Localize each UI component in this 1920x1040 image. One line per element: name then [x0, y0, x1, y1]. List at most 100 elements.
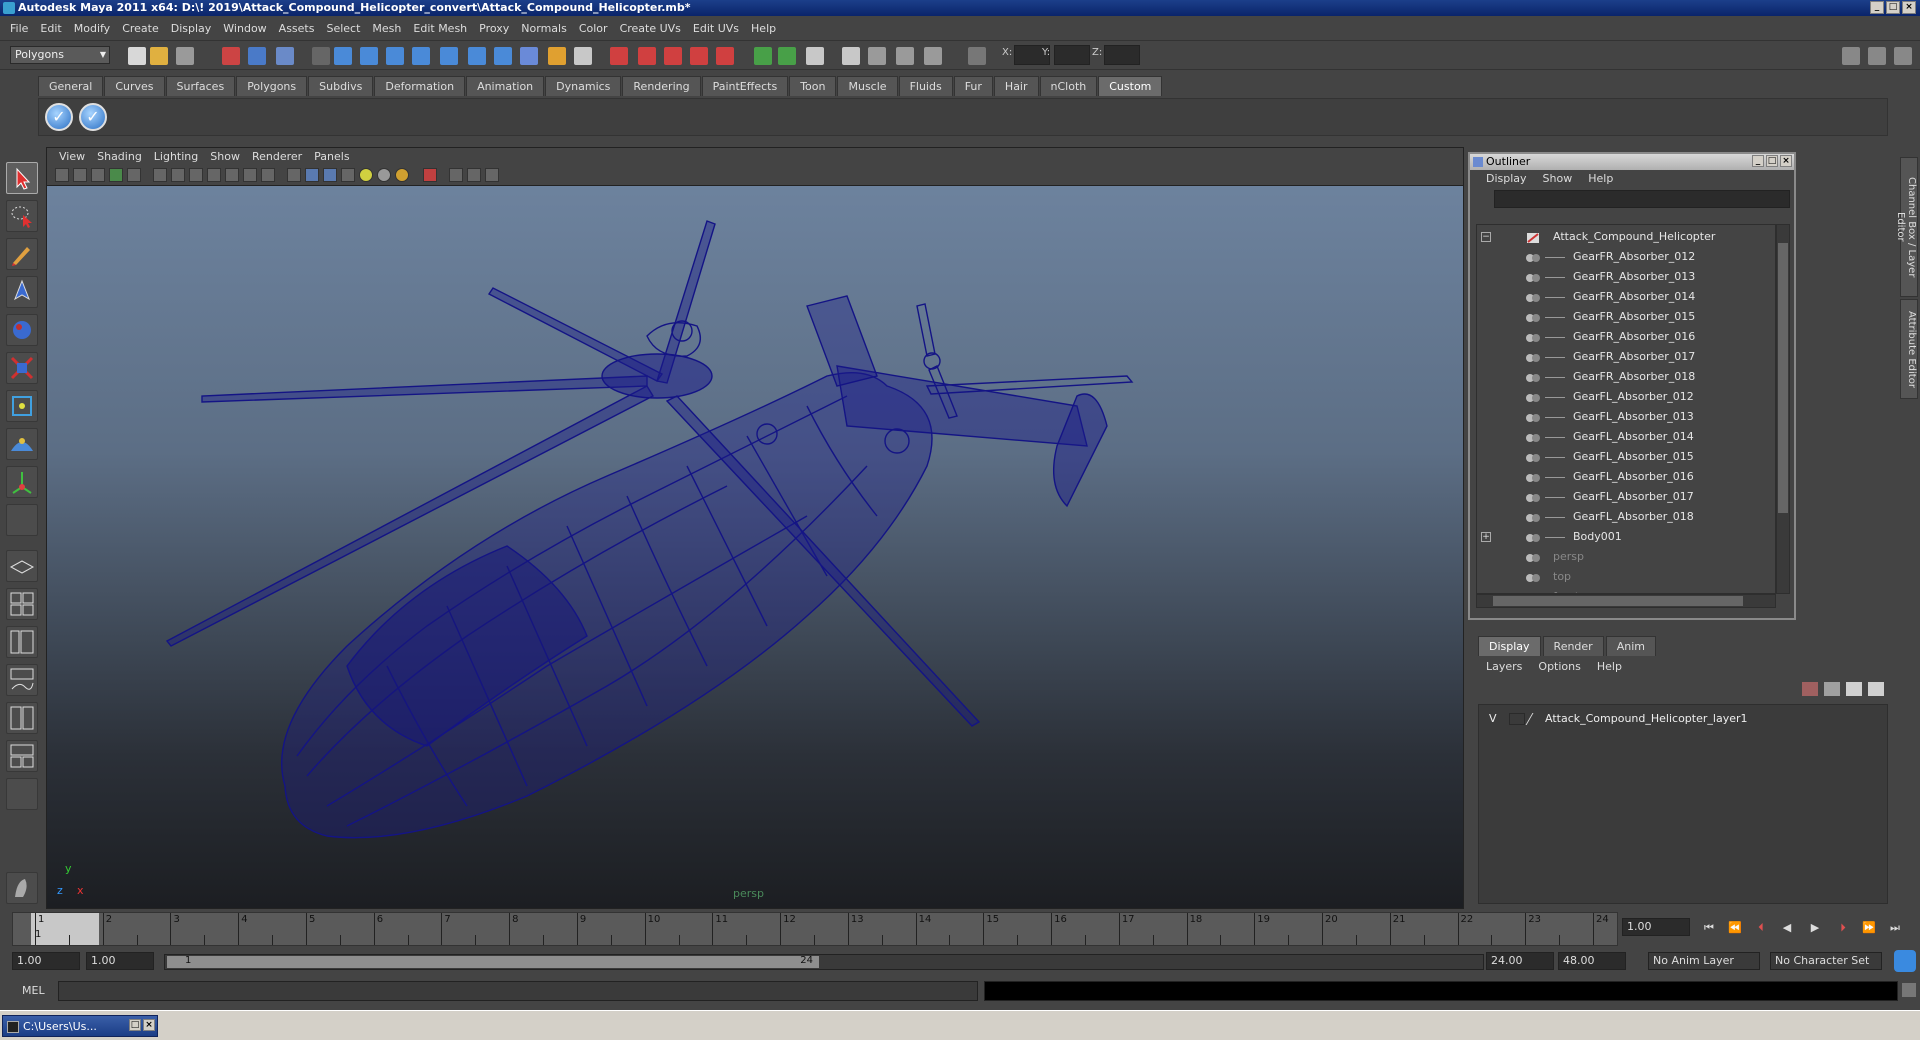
outliner-item[interactable]: GearFL_Absorber_017 [1477, 487, 1775, 507]
safe-title-icon[interactable] [261, 168, 275, 182]
select-rendering-icon[interactable] [494, 47, 512, 65]
persp-outliner-layout-icon[interactable] [6, 626, 38, 658]
menu-edit[interactable]: Edit [34, 22, 67, 35]
select-camera-icon[interactable] [55, 168, 69, 182]
paint-select-tool-icon[interactable] [6, 238, 38, 270]
range-slider-thumb[interactable]: 1 24 [167, 955, 819, 968]
layer-name[interactable]: Attack_Compound_Helicopter_layer1 [1545, 709, 1748, 729]
menu-set-select[interactable]: Polygons ▼ [10, 46, 110, 64]
show-manipulator-icon[interactable] [6, 466, 38, 498]
go-to-start-icon[interactable]: ⏮ [1700, 920, 1718, 936]
menu-modify[interactable]: Modify [68, 22, 116, 35]
soft-modification-icon[interactable] [6, 428, 38, 460]
menu-file[interactable]: File [4, 22, 34, 35]
bookmarks-icon[interactable] [91, 168, 105, 182]
close-button[interactable]: × [1902, 1, 1916, 14]
single-perspective-layout-icon[interactable] [6, 550, 38, 582]
layer-menu-options[interactable]: Options [1530, 658, 1588, 676]
step-back-key-icon[interactable]: ⏴ [1752, 920, 1770, 936]
layer-move-down-icon[interactable] [1824, 682, 1840, 696]
layer-color-swatch[interactable] [1525, 713, 1537, 725]
menu-assets[interactable]: Assets [273, 22, 321, 35]
menu-edit-uvs[interactable]: Edit UVs [687, 22, 745, 35]
resolution-gate-icon[interactable] [189, 168, 203, 182]
quick-layout-icon[interactable] [6, 872, 38, 904]
smooth-shade-icon[interactable] [305, 168, 319, 182]
checkmark-icon[interactable]: ✓ [45, 103, 73, 131]
task-close-button[interactable]: × [143, 1019, 155, 1031]
scrollbar-thumb[interactable] [1493, 596, 1743, 606]
play-backwards-icon[interactable]: ◀ [1778, 920, 1796, 936]
toggle-attribute-editor-icon[interactable] [1842, 47, 1860, 65]
snap-point-icon[interactable] [664, 47, 682, 65]
wireframe-icon[interactable] [287, 168, 301, 182]
lasso-tool-icon[interactable] [6, 200, 38, 232]
new-scene-icon[interactable] [128, 47, 146, 65]
new-layer-from-selected-icon[interactable] [1868, 682, 1884, 696]
menu-help[interactable]: Help [745, 22, 782, 35]
outliner-minimize-button[interactable]: _ [1752, 155, 1764, 167]
safe-action-icon[interactable] [243, 168, 257, 182]
high-quality-icon[interactable] [395, 168, 409, 182]
render-view-icon[interactable] [842, 47, 860, 65]
select-dynamics-icon[interactable] [468, 47, 486, 65]
persp-graph-hypergraph-layout-icon[interactable] [6, 740, 38, 772]
auto-key-icon[interactable] [1894, 950, 1916, 972]
last-tool-icon[interactable] [6, 504, 38, 536]
select-deformers-icon[interactable] [440, 47, 458, 65]
rotate-tool-icon[interactable] [6, 314, 38, 346]
outliner-menu-help[interactable]: Help [1580, 170, 1621, 188]
outliner-item[interactable]: GearFR_Absorber_017 [1477, 347, 1775, 367]
new-layer-icon[interactable] [1846, 682, 1862, 696]
viewport-menu-lighting[interactable]: Lighting [148, 148, 204, 166]
construction-history-icon[interactable] [806, 47, 824, 65]
menu-color[interactable]: Color [573, 22, 614, 35]
menu-display[interactable]: Display [165, 22, 218, 35]
outliner-item[interactable]: GearFR_Absorber_013 [1477, 267, 1775, 287]
viewport-menu-shading[interactable]: Shading [91, 148, 148, 166]
lock-selection-icon[interactable] [548, 47, 566, 65]
shelf-tab-fluids[interactable]: Fluids [898, 76, 953, 96]
shelf-tab-general[interactable]: General [38, 76, 104, 96]
shelf-tab-ncloth[interactable]: nCloth [1039, 76, 1098, 96]
xray-components-icon[interactable] [485, 168, 499, 182]
open-scene-icon[interactable] [150, 47, 168, 65]
layer-tab-display[interactable]: Display [1478, 636, 1541, 656]
select-surfaces-icon[interactable] [412, 47, 430, 65]
anim-layer-dropdown[interactable]: No Anim Layer [1648, 952, 1760, 970]
2d-pan-zoom-icon[interactable] [127, 168, 141, 182]
snap-curve-icon[interactable] [638, 47, 656, 65]
shelf-tab-fur[interactable]: Fur [953, 76, 993, 96]
outliner-item[interactable]: GearFR_Absorber_016 [1477, 327, 1775, 347]
shelf-tab-hair[interactable]: Hair [993, 76, 1039, 96]
outliner-item[interactable]: front [1477, 587, 1775, 593]
textured-icon[interactable] [341, 168, 355, 182]
select-handles-icon[interactable] [334, 47, 352, 65]
make-live-icon[interactable] [716, 47, 734, 65]
camera-attributes-icon[interactable] [73, 168, 87, 182]
shelf-tab-painteffects[interactable]: PaintEffects [701, 76, 789, 96]
select-joints-icon[interactable] [360, 47, 378, 65]
y-field[interactable] [1054, 45, 1090, 65]
viewport-menu-panels[interactable]: Panels [308, 148, 355, 166]
shadows-icon[interactable] [377, 168, 391, 182]
select-hierarchy-icon[interactable] [222, 47, 240, 65]
maximize-button[interactable]: □ [1886, 1, 1900, 14]
outliner-item[interactable]: GearFR_Absorber_014 [1477, 287, 1775, 307]
menu-create[interactable]: Create [116, 22, 165, 35]
move-tool-icon[interactable] [6, 276, 38, 308]
playback-start-field[interactable]: 1.00 [86, 952, 154, 970]
outliner-item[interactable]: persp [1477, 547, 1775, 567]
snap-view-plane-icon[interactable] [690, 47, 708, 65]
film-gate-icon[interactable] [171, 168, 185, 182]
outliner-item[interactable]: GearFR_Absorber_018 [1477, 367, 1775, 387]
menu-mesh[interactable]: Mesh [366, 22, 407, 35]
layer-visibility-toggle[interactable]: V [1489, 709, 1497, 729]
outliner-menu-display[interactable]: Display [1478, 170, 1535, 188]
play-forwards-icon[interactable]: ▶ [1806, 920, 1824, 936]
render-settings-icon[interactable] [924, 47, 942, 65]
menu-edit-mesh[interactable]: Edit Mesh [407, 22, 473, 35]
menu-normals[interactable]: Normals [515, 22, 573, 35]
minimize-button[interactable]: _ [1870, 1, 1884, 14]
viewport-menu-view[interactable]: View [53, 148, 91, 166]
